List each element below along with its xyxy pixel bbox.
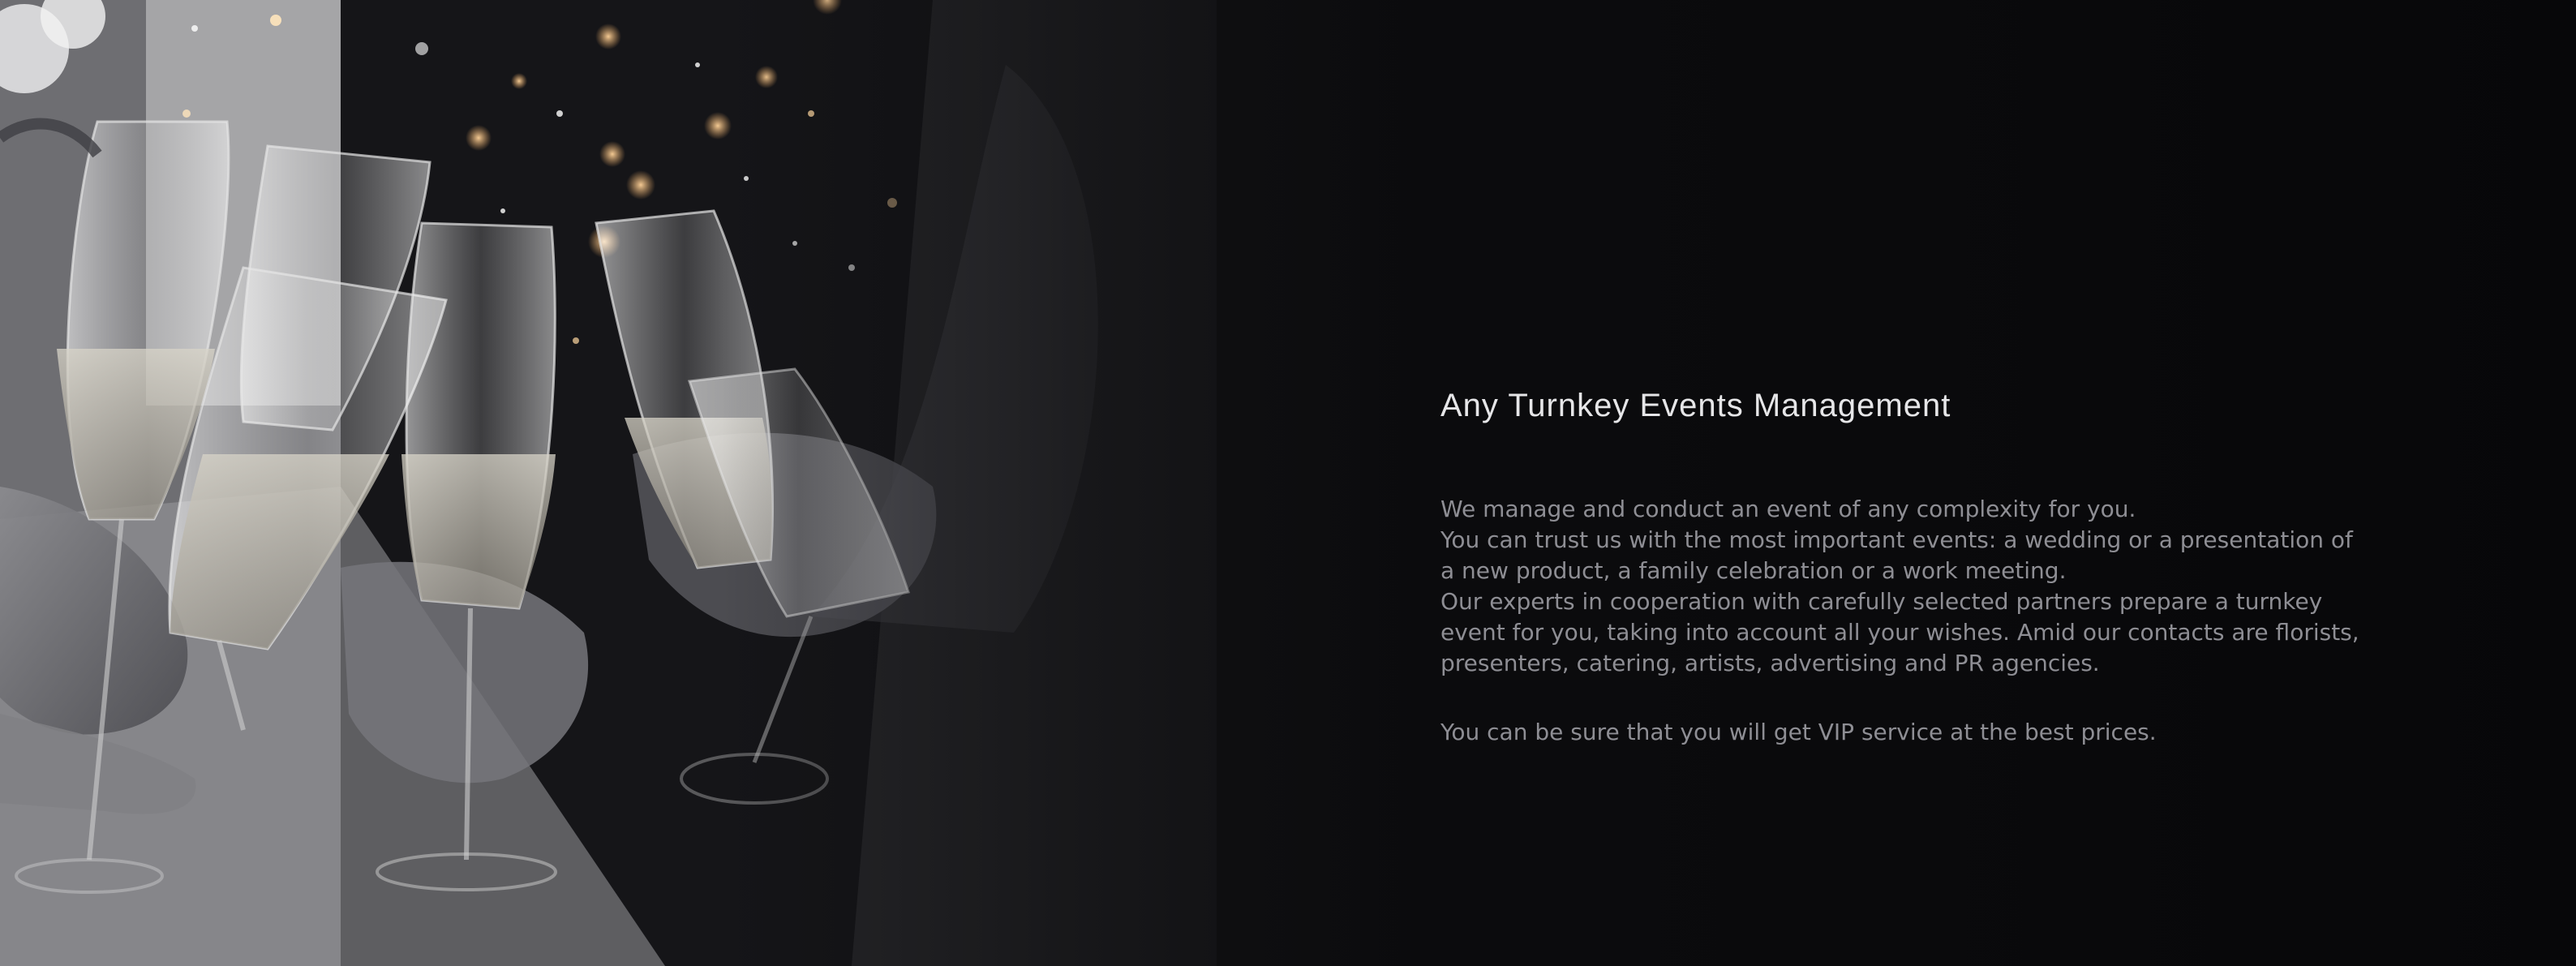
- description-line: event for you, taking into account all y…: [1440, 619, 2359, 646]
- description-line: Our experts in cooperation with carefull…: [1440, 588, 2323, 615]
- section-title: Any Turnkey Events Management: [1440, 388, 1951, 423]
- description-line: We manage and conduct an event of any co…: [1440, 496, 2136, 522]
- description-line: You can trust us with the most important…: [1440, 526, 2353, 553]
- champagne-toast-photo: [0, 0, 1379, 966]
- description-line: a new product, a family celebration or a…: [1440, 557, 2067, 584]
- description-line: presenters, catering, artists, advertisi…: [1440, 650, 2100, 676]
- description-line: You can be sure that you will get VIP se…: [1440, 719, 2157, 745]
- photo-illustration: [0, 0, 1379, 966]
- content-block: Any Turnkey Events Management We manage …: [1440, 388, 2406, 748]
- hero-section: Any Turnkey Events Management We manage …: [0, 0, 2576, 966]
- vip-service-paragraph: You can be sure that you will get VIP se…: [1440, 717, 2406, 748]
- description-paragraph: We manage and conduct an event of any co…: [1440, 494, 2406, 679]
